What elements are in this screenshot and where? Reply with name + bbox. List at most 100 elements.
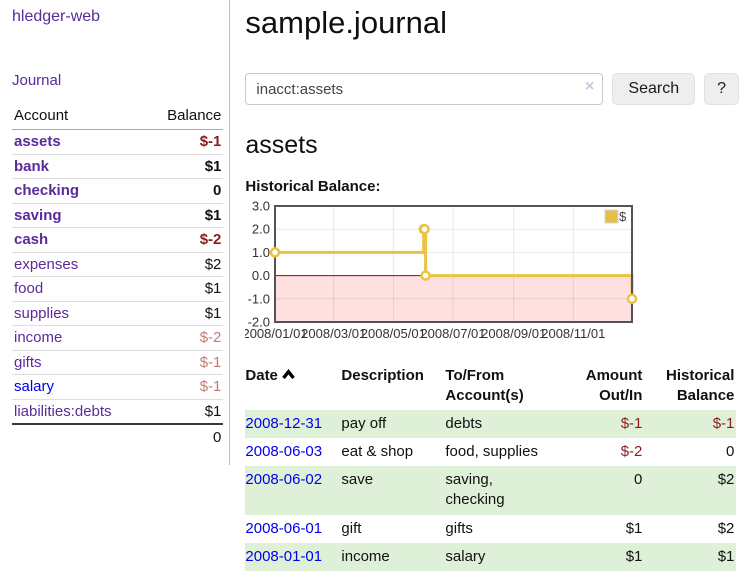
account-link[interactable]: cash	[14, 231, 48, 248]
account-balance: $1	[146, 203, 223, 228]
main-content: sample.journal × Search ? assets Histori…	[230, 0, 742, 583]
account-link[interactable]: bank	[14, 158, 49, 175]
account-name-cell: income	[12, 326, 146, 351]
transaction-balance: 0	[644, 438, 736, 466]
svg-text:0.0: 0.0	[252, 268, 270, 283]
transaction-balance: $2	[644, 515, 736, 543]
app: hledger-web Journal Account Balance asse…	[0, 0, 742, 583]
account-balance: $2	[146, 252, 223, 277]
column-balance[interactable]: Historical Balance	[644, 364, 736, 410]
account-link[interactable]: checking	[14, 182, 79, 199]
transaction-date-link[interactable]: 2008-12-31	[245, 415, 322, 432]
transaction-balance: $2	[644, 466, 736, 515]
accounts-total-value: 0	[146, 424, 223, 451]
transaction-description: gift	[341, 515, 445, 543]
svg-text:2.0: 2.0	[252, 222, 270, 237]
account-row: food $1	[12, 277, 223, 302]
account-row: liabilities:debts$1	[12, 399, 223, 424]
transaction-row[interactable]: 2008-01-01incomesalary$1$1	[245, 543, 736, 571]
search-button[interactable]: Search	[612, 73, 695, 105]
transaction-date-cell: 2008-06-01	[245, 515, 341, 543]
transaction-row[interactable]: 2008-06-01giftgifts$1$2	[245, 515, 736, 543]
account-name-cell: supplies	[12, 301, 146, 326]
svg-text:2008/11/01: 2008/11/01	[542, 326, 606, 341]
account-name-cell: gifts	[12, 350, 146, 375]
transaction-date-link[interactable]: 2008-06-02	[245, 471, 322, 488]
column-description[interactable]: Description	[341, 364, 445, 410]
transaction-accounts: saving, checking	[445, 466, 561, 515]
transaction-description: save	[341, 466, 445, 515]
column-date[interactable]: Date	[245, 364, 341, 410]
transaction-date-cell: 2008-06-02	[245, 466, 341, 515]
nav-journal-link[interactable]: Journal	[12, 72, 223, 89]
transaction-date-link[interactable]: 2008-01-01	[245, 548, 322, 565]
account-link[interactable]: salary	[14, 378, 54, 395]
transaction-row[interactable]: 2008-06-03eat & shopfood, supplies$-20	[245, 438, 736, 466]
transaction-amount: $-1	[561, 410, 644, 438]
account-link[interactable]: liabilities:debts	[14, 403, 112, 420]
accounts-total-spacer	[12, 424, 146, 451]
column-amount[interactable]: Amount Out/In	[561, 364, 644, 410]
accounts-header-row: Account Balance	[12, 104, 223, 130]
account-balance: $-2	[146, 326, 223, 351]
account-link[interactable]: supplies	[14, 305, 69, 322]
transaction-description: income	[341, 543, 445, 571]
accounts-header-balance: Balance	[146, 104, 223, 130]
page-title: sample.journal	[245, 5, 739, 41]
transaction-amount: $1	[561, 515, 644, 543]
account-name-cell: food	[12, 277, 146, 302]
transaction-balance: $-1	[644, 410, 736, 438]
transaction-date-link[interactable]: 2008-06-01	[245, 520, 322, 537]
account-balance: $1	[146, 277, 223, 302]
transaction-balance: $1	[644, 543, 736, 571]
svg-text:3.0: 3.0	[252, 201, 270, 214]
svg-text:2008/05/01: 2008/05/01	[361, 326, 426, 341]
sort-up-icon	[282, 366, 295, 386]
account-link[interactable]: food	[14, 280, 43, 297]
account-link[interactable]: assets	[14, 133, 61, 150]
transaction-row[interactable]: 2008-06-02savesaving, checking0$2	[245, 466, 736, 515]
transaction-accounts: debts	[445, 410, 561, 438]
account-row: bank $1	[12, 154, 223, 179]
column-date-label: Date	[245, 367, 278, 384]
help-button[interactable]: ?	[704, 73, 739, 105]
account-name-cell: expenses	[12, 252, 146, 277]
brand-link[interactable]: hledger-web	[12, 8, 223, 26]
account-link[interactable]: gifts	[14, 354, 42, 371]
svg-text:$: $	[619, 209, 627, 224]
sidebar: hledger-web Journal Account Balance asse…	[0, 0, 230, 465]
transaction-date-cell: 2008-06-03	[245, 438, 341, 466]
account-row: assets $-1	[12, 130, 223, 155]
transaction-date-link[interactable]: 2008-06-03	[245, 443, 322, 460]
account-name-cell: salary	[12, 375, 146, 400]
account-name-cell: cash	[12, 228, 146, 253]
svg-text:-1.0: -1.0	[248, 291, 270, 306]
account-balance: $1	[146, 154, 223, 179]
accounts-table: Account Balance assets$-1bank$1checking0…	[12, 104, 223, 451]
account-link[interactable]: expenses	[14, 256, 78, 273]
svg-text:1.0: 1.0	[252, 245, 270, 260]
transaction-row[interactable]: 2008-12-31pay offdebts$-1$-1	[245, 410, 736, 438]
svg-text:2008/07/01: 2008/07/01	[421, 326, 486, 341]
account-row: income $-2	[12, 326, 223, 351]
account-name-cell: liabilities:debts	[12, 399, 146, 424]
search-input[interactable]	[245, 73, 603, 105]
account-link[interactable]: saving	[14, 207, 62, 224]
transaction-amount: $1	[561, 543, 644, 571]
transaction-date-cell: 2008-01-01	[245, 543, 341, 571]
account-row: expenses $2	[12, 252, 223, 277]
transaction-accounts: salary	[445, 543, 561, 571]
account-balance: $-1	[146, 130, 223, 155]
account-balance: $1	[146, 301, 223, 326]
register-table: Date Description To/From Account(s) Amou…	[245, 364, 736, 571]
column-accounts[interactable]: To/From Account(s)	[445, 364, 561, 410]
account-link[interactable]: income	[14, 329, 62, 346]
account-row: checking0	[12, 179, 223, 204]
clear-search-icon[interactable]: ×	[585, 79, 594, 95]
account-row: supplies $1	[12, 301, 223, 326]
account-row: salary$-1	[12, 375, 223, 400]
account-name-cell: saving	[12, 203, 146, 228]
transaction-amount: $-2	[561, 438, 644, 466]
historical-balance-chart[interactable]: 3.02.01.00.0-1.0-2.02008/01/012008/03/01…	[245, 201, 739, 351]
accounts-total-row: 0	[12, 424, 223, 451]
